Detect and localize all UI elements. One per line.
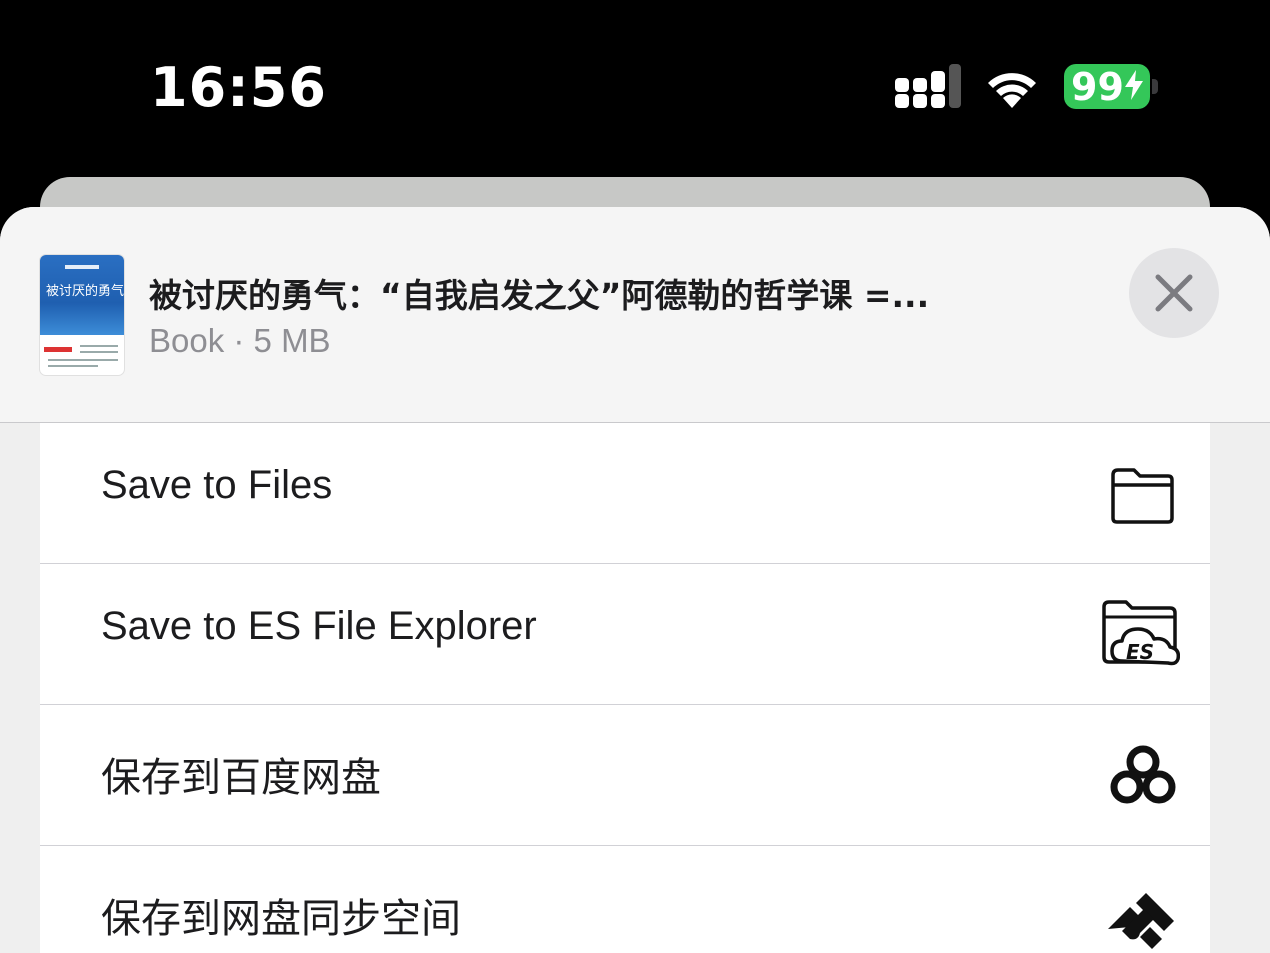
- action-label: Save to ES File Explorer: [101, 604, 537, 648]
- sync-space-icon: [1108, 893, 1174, 949]
- status-bar: 16:56 99: [0, 0, 1270, 177]
- action-save-to-sync-space[interactable]: 保存到网盘同步空间: [40, 846, 1210, 953]
- share-sheet-header: 被讨厌的勇气 被讨厌的勇气：“自我启发之父”阿德勒的哲学课 =... Book …: [0, 207, 1270, 423]
- action-label: Save to Files: [101, 463, 333, 507]
- file-title: 被讨厌的勇气：“自我启发之父”阿德勒的哲学课 =...: [149, 276, 930, 315]
- battery-icon: 99: [1064, 64, 1150, 109]
- book-thumbnail: 被讨厌的勇气: [40, 255, 124, 375]
- share-sheet: 被讨厌的勇气 被讨厌的勇气：“自我启发之父”阿德勒的哲学课 =... Book …: [0, 207, 1270, 953]
- wifi-icon: [988, 73, 1036, 108]
- es-file-explorer-icon: ES: [1102, 600, 1180, 666]
- baidu-netdisk-icon: [1110, 745, 1176, 804]
- action-save-to-files[interactable]: Save to Files: [40, 423, 1210, 564]
- action-label: 保存到百度网盘: [101, 755, 381, 801]
- signal-icon: [895, 64, 961, 108]
- book-cover-title: 被讨厌的勇气: [46, 284, 124, 299]
- svg-text:ES: ES: [1126, 640, 1154, 664]
- battery-level: 99: [1071, 64, 1124, 109]
- action-save-to-es-file-explorer[interactable]: Save to ES File Explorer ES: [40, 564, 1210, 705]
- folder-icon: [1111, 468, 1174, 524]
- charging-bolt-icon: [1124, 65, 1143, 109]
- close-icon: [1155, 274, 1193, 312]
- share-action-list: Save to Files Save to ES File Explorer E…: [40, 423, 1210, 953]
- file-subtitle: Book · 5 MB: [149, 322, 331, 359]
- close-button[interactable]: [1129, 248, 1219, 338]
- battery-tip: [1152, 79, 1158, 94]
- action-label: 保存到网盘同步空间: [101, 896, 461, 942]
- action-save-to-baidu-netdisk[interactable]: 保存到百度网盘: [40, 705, 1210, 846]
- status-time: 16:56: [150, 56, 327, 119]
